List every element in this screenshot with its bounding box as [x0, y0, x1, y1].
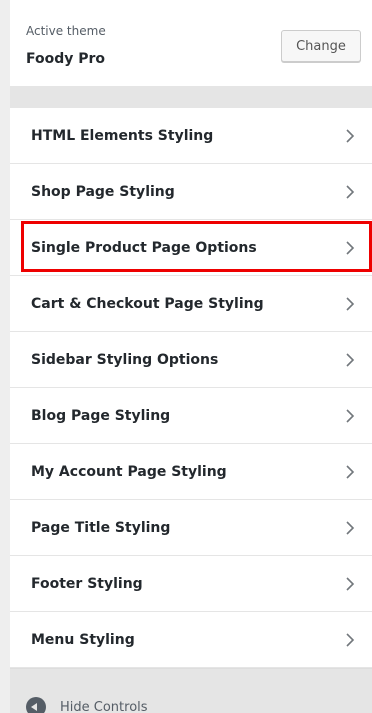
menu-item-shop-page-styling[interactable]: Shop Page Styling — [10, 164, 372, 220]
chevron-right-icon — [344, 128, 356, 144]
chevron-right-icon — [344, 184, 356, 200]
menu-item-cart-checkout-page-styling[interactable]: Cart & Checkout Page Styling — [10, 276, 372, 332]
menu-item-label: Sidebar Styling Options — [31, 352, 218, 368]
chevron-right-icon — [344, 240, 356, 256]
customizer-menu: HTML Elements Styling Shop Page Styling … — [10, 108, 372, 668]
chevron-right-icon — [344, 464, 356, 480]
active-theme-label: Active theme — [26, 24, 106, 38]
theme-name: Foody Pro — [26, 51, 105, 67]
customizer-footer: Hide Controls — [10, 668, 372, 713]
menu-item-single-product-page-options[interactable]: Single Product Page Options — [10, 220, 372, 276]
menu-item-footer-styling[interactable]: Footer Styling — [10, 556, 372, 612]
chevron-right-icon — [344, 352, 356, 368]
menu-item-label: Blog Page Styling — [31, 408, 170, 424]
menu-item-sidebar-styling-options[interactable]: Sidebar Styling Options — [10, 332, 372, 388]
menu-item-label: Shop Page Styling — [31, 184, 175, 200]
collapse-arrow-icon — [26, 697, 46, 713]
menu-item-label: Menu Styling — [31, 632, 135, 648]
active-theme-section: Active theme Foody Pro Change — [10, 0, 372, 86]
menu-item-menu-styling[interactable]: Menu Styling — [10, 612, 372, 668]
menu-item-label: Cart & Checkout Page Styling — [31, 296, 264, 312]
menu-item-html-elements-styling[interactable]: HTML Elements Styling — [10, 108, 372, 164]
chevron-right-icon — [344, 576, 356, 592]
menu-item-label: Footer Styling — [31, 576, 143, 592]
chevron-right-icon — [344, 408, 356, 424]
menu-item-page-title-styling[interactable]: Page Title Styling — [10, 500, 372, 556]
menu-item-label: Page Title Styling — [31, 520, 170, 536]
section-divider — [10, 86, 372, 108]
menu-item-blog-page-styling[interactable]: Blog Page Styling — [10, 388, 372, 444]
customizer-panel: Active theme Foody Pro Change HTML Eleme… — [10, 0, 372, 712]
chevron-right-icon — [344, 632, 356, 648]
menu-item-label: My Account Page Styling — [31, 464, 227, 480]
menu-item-my-account-page-styling[interactable]: My Account Page Styling — [10, 444, 372, 500]
hide-controls-button[interactable]: Hide Controls — [26, 695, 148, 713]
change-theme-button[interactable]: Change — [281, 30, 361, 62]
menu-item-label: HTML Elements Styling — [31, 128, 213, 144]
chevron-right-icon — [344, 520, 356, 536]
chevron-right-icon — [344, 296, 356, 312]
hide-controls-label: Hide Controls — [60, 700, 148, 713]
menu-item-label: Single Product Page Options — [31, 240, 257, 256]
